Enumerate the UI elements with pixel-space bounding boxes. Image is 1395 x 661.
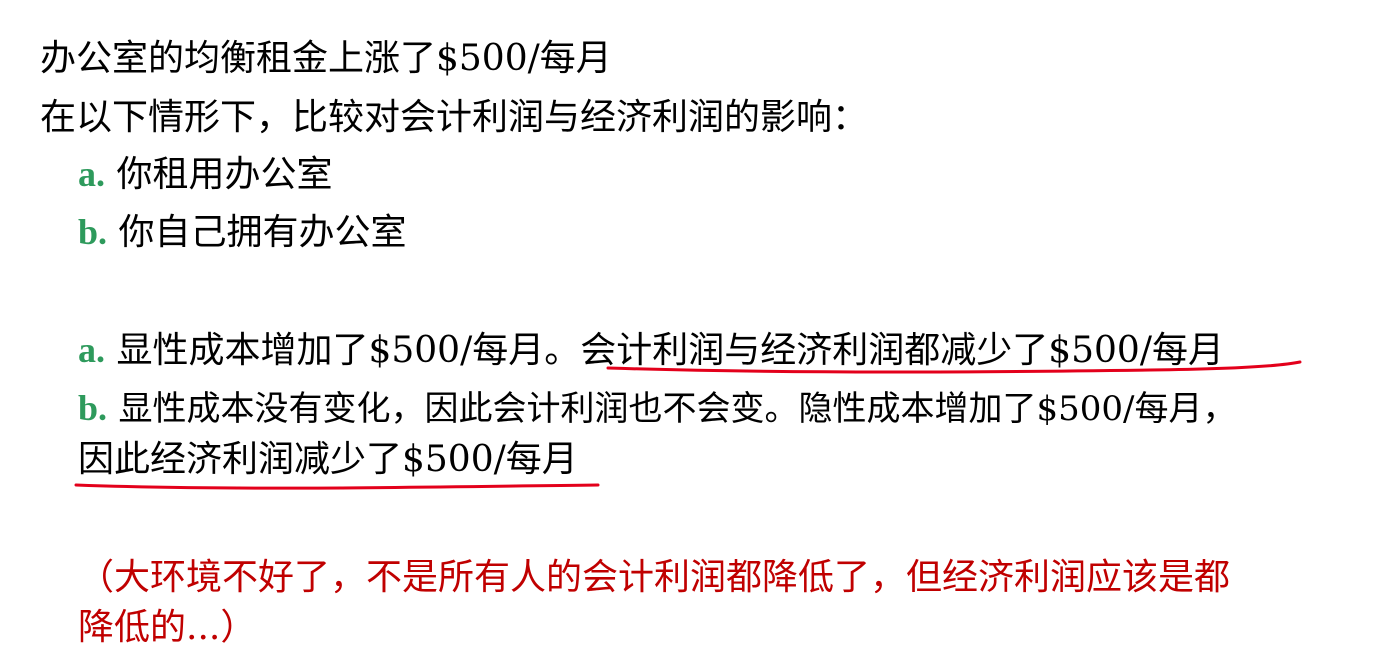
answer-a-marker: a. [78,330,105,370]
note-line-1: （大环境不好了，不是所有人的会计利润都降低了，但经济利润应该是都 [78,557,1231,598]
answer-b: b. 显性成本没有变化，因此会计利润也不会变。隐性成本增加了$500/每月， [78,386,1236,431]
answer-b-continuation: 因此经济利润减少了$500/每月 [78,438,578,482]
answer-b-marker: b. [78,388,108,428]
answer-a: a. 显性成本增加了$500/每月。会计利润与经济利润都减少了$500/每月 [78,328,1224,373]
option-a-marker: a. [78,154,105,194]
option-b-marker: b. [78,212,108,252]
note-line-2: 降低的...） [78,607,257,648]
question-title: 办公室的均衡租金上涨了$500/每月 [40,38,612,79]
option-a-text: 你租用办公室 [116,154,333,195]
question-prompt: 在以下情形下，比较对会计利润与经济利润的影响： [40,97,869,138]
answer-b-underlined-text: 因此经济利润减少了$500/每月 [78,439,578,480]
question-option-b: b. 你自己拥有办公室 [78,210,407,255]
option-b-text: 你自己拥有办公室 [118,212,407,253]
question-option-a: a. 你租用办公室 [78,152,332,197]
underline-answer-b [74,483,600,490]
answer-b-text: 显性成本没有变化，因此会计利润也不会变。隐性成本增加了$500/每月， [118,389,1237,429]
answer-a-text: 显性成本增加了$500/每月。 [116,330,581,371]
answer-a-underlined-text: 会计利润与经济利润都减少了$500/每月 [580,330,1224,371]
